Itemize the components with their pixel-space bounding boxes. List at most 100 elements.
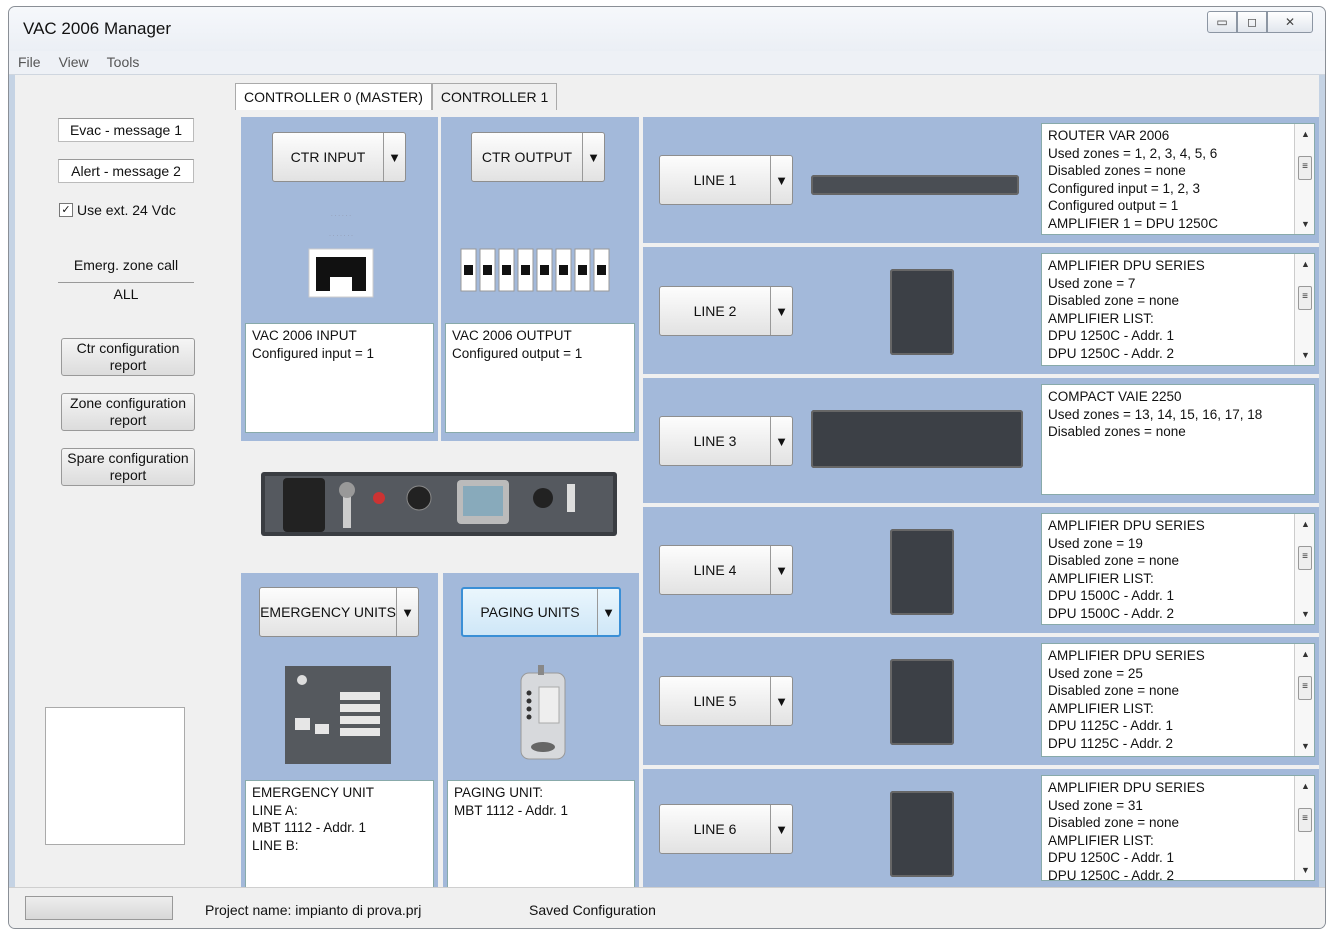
- ctr-input-dropdown[interactable]: CTR INPUT ▼: [272, 132, 406, 182]
- close-button[interactable]: ✕: [1267, 11, 1313, 33]
- ctr-output-panel: CTR OUTPUT ▼ VAC 2006 OUTPUT Configured o…: [441, 117, 639, 441]
- checkbox-check-icon: ✓: [59, 203, 73, 217]
- scroll-thumb[interactable]: ≡: [1298, 546, 1312, 570]
- ctr-input-panel: CTR INPUT ▼ · · · · · · · · · · · · · VAC…: [241, 117, 438, 441]
- emergency-units-label: EMERGENCY UNITS: [260, 604, 396, 620]
- line-dropdown[interactable]: LINE 2 ▼: [659, 286, 793, 336]
- menu-tools[interactable]: Tools: [98, 51, 149, 73]
- svg-text:· · · · · · ·: · · · · · · ·: [329, 233, 353, 239]
- window-title: VAC 2006 Manager: [23, 19, 172, 38]
- line-label: LINE 6: [693, 821, 737, 837]
- scrollbar[interactable]: ▲ ≡ ▼: [1294, 776, 1314, 880]
- emergency-units-panel: EMERGENCY UNITS ▼ EMERGENCY UNIT LINE A: …: [241, 573, 438, 889]
- line-4-panel: LINE 4 ▼ AMPLIFIER DPU SERIES Used zone =…: [643, 507, 1319, 633]
- line-dropdown[interactable]: LINE 5 ▼: [659, 676, 793, 726]
- chevron-down-icon: ▼: [770, 417, 792, 465]
- emerg-zone-value[interactable]: ALL: [58, 282, 194, 306]
- menu-file[interactable]: File: [9, 51, 50, 73]
- maximize-button[interactable]: ◻: [1237, 11, 1267, 33]
- line-1-panel: LINE 1 ▼ ROUTER VAR 2006 Used zones = 1, …: [643, 117, 1319, 243]
- scroll-down-icon[interactable]: ▼: [1301, 741, 1310, 751]
- tab-controller-0[interactable]: CONTROLLER 0 (MASTER): [235, 83, 432, 110]
- scrollbar[interactable]: ▲ ≡ ▼: [1294, 644, 1314, 756]
- chevron-down-icon: ▼: [770, 546, 792, 594]
- emergency-unit-image: [285, 666, 391, 764]
- ctr-output-info: VAC 2006 OUTPUT Configured output = 1: [445, 323, 635, 433]
- close-icon: ✕: [1284, 15, 1296, 29]
- line-3-panel: LINE 3 ▼ COMPACT VAIE 2250 Used zones = 1…: [643, 378, 1319, 503]
- line-info: AMPLIFIER DPU SERIES Used zone = 31 Disa…: [1041, 775, 1315, 881]
- scroll-up-icon[interactable]: ▲: [1301, 649, 1310, 659]
- scroll-up-icon[interactable]: ▲: [1301, 519, 1310, 529]
- minimize-icon: ▭: [1216, 15, 1228, 29]
- paging-units-dropdown[interactable]: PAGING UNITS ▼: [461, 587, 621, 637]
- zone-configuration-report-button[interactable]: Zone configuration report: [61, 393, 195, 431]
- scroll-thumb[interactable]: ≡: [1298, 286, 1312, 310]
- spare-configuration-report-button[interactable]: Spare configuration report: [61, 448, 195, 486]
- line-label: LINE 2: [693, 303, 737, 319]
- scroll-up-icon[interactable]: ▲: [1301, 129, 1310, 139]
- app-window: VAC 2006 Manager ▭ ◻ ✕ File View Tools Eva…: [8, 6, 1326, 929]
- scroll-thumb[interactable]: ≡: [1298, 676, 1312, 700]
- chevron-down-icon: ▼: [597, 589, 619, 635]
- amplifier-device-image: [890, 659, 954, 745]
- use-ext-24vdc-checkbox[interactable]: ✓ Use ext. 24 Vdc: [59, 202, 176, 218]
- output-terminals-icon: [460, 248, 610, 292]
- chevron-down-icon: ▼: [770, 156, 792, 204]
- line-6-panel: LINE 6 ▼ AMPLIFIER DPU SERIES Used zone =…: [643, 769, 1319, 889]
- paging-units-label: PAGING UNITS: [480, 604, 580, 620]
- evac-message-field[interactable]: Evac - message 1: [58, 118, 194, 142]
- scroll-down-icon[interactable]: ▼: [1301, 609, 1310, 619]
- line-label: LINE 1: [693, 172, 737, 188]
- use-ext-label: Use ext. 24 Vdc: [77, 202, 176, 218]
- line-info: AMPLIFIER DPU SERIES Used zone = 7 Disab…: [1041, 253, 1315, 366]
- ctr-output-dropdown[interactable]: CTR OUTPUT ▼: [471, 132, 605, 182]
- router-device-image: [811, 175, 1019, 195]
- chevron-down-icon: ▼: [383, 133, 405, 181]
- scroll-thumb[interactable]: ≡: [1298, 808, 1312, 832]
- chevron-down-icon: ▼: [770, 677, 792, 725]
- ctr-input-label: CTR INPUT: [290, 149, 366, 165]
- preview-box: [45, 707, 185, 845]
- menu-view[interactable]: View: [50, 51, 98, 73]
- scroll-down-icon[interactable]: ▼: [1301, 350, 1310, 360]
- scroll-thumb[interactable]: ≡: [1298, 156, 1312, 180]
- controller-device-image: [261, 472, 617, 536]
- line-info: AMPLIFIER DPU SERIES Used zone = 25 Disa…: [1041, 643, 1315, 757]
- line-dropdown[interactable]: LINE 1 ▼: [659, 155, 793, 205]
- paging-unit-info: PAGING UNIT: MBT 1112 - Addr. 1: [447, 780, 635, 888]
- chevron-down-icon: ▼: [770, 287, 792, 335]
- scroll-up-icon[interactable]: ▲: [1301, 781, 1310, 791]
- scroll-down-icon[interactable]: ▼: [1301, 865, 1310, 875]
- line-info: ROUTER VAR 2006 Used zones = 1, 2, 3, 4,…: [1041, 123, 1315, 235]
- emergency-units-dropdown[interactable]: EMERGENCY UNITS ▼: [259, 587, 419, 637]
- maximize-icon: ◻: [1247, 15, 1257, 29]
- scroll-up-icon[interactable]: ▲: [1301, 259, 1310, 269]
- scrollbar[interactable]: ▲ ≡ ▼: [1294, 514, 1314, 624]
- chevron-down-icon: ▼: [770, 805, 792, 853]
- line-label: LINE 3: [693, 433, 737, 449]
- line-5-panel: LINE 5 ▼ AMPLIFIER DPU SERIES Used zone =…: [643, 637, 1319, 765]
- menu-bar: File View Tools: [9, 51, 1325, 75]
- amplifier-device-image: [890, 529, 954, 615]
- scroll-down-icon[interactable]: ▼: [1301, 219, 1310, 229]
- line-label: LINE 4: [693, 562, 737, 578]
- scrollbar[interactable]: ▲ ≡ ▼: [1294, 124, 1314, 234]
- project-name: Project name: impianto di prova.prj: [205, 902, 422, 918]
- line-info: COMPACT VAIE 2250 Used zones = 13, 14, 1…: [1041, 384, 1315, 495]
- line-dropdown[interactable]: LINE 4 ▼: [659, 545, 793, 595]
- tab-controller-1[interactable]: CONTROLLER 1: [431, 83, 558, 110]
- ctr-output-label: CTR OUTPUT: [481, 149, 573, 165]
- line-label: LINE 5: [693, 693, 737, 709]
- emerg-zone-call-label: Emerg. zone call: [73, 257, 179, 273]
- ctr-configuration-report-button[interactable]: Ctr configuration report: [61, 338, 195, 376]
- minimize-button[interactable]: ▭: [1207, 11, 1237, 33]
- scrollbar[interactable]: ▲ ≡ ▼: [1294, 254, 1314, 365]
- client-area: Evac - message 1 Alert - message 2 ✓ Use…: [15, 75, 1319, 889]
- rj45-port-icon: · · · · · · · · · · · · ·: [308, 213, 374, 298]
- emergency-unit-info: EMERGENCY UNIT LINE A: MBT 1112 - Addr. …: [245, 780, 434, 888]
- line-dropdown[interactable]: LINE 3 ▼: [659, 416, 793, 466]
- line-dropdown[interactable]: LINE 6 ▼: [659, 804, 793, 854]
- alert-message-field[interactable]: Alert - message 2: [58, 159, 194, 183]
- save-state: Saved Configuration: [529, 902, 656, 918]
